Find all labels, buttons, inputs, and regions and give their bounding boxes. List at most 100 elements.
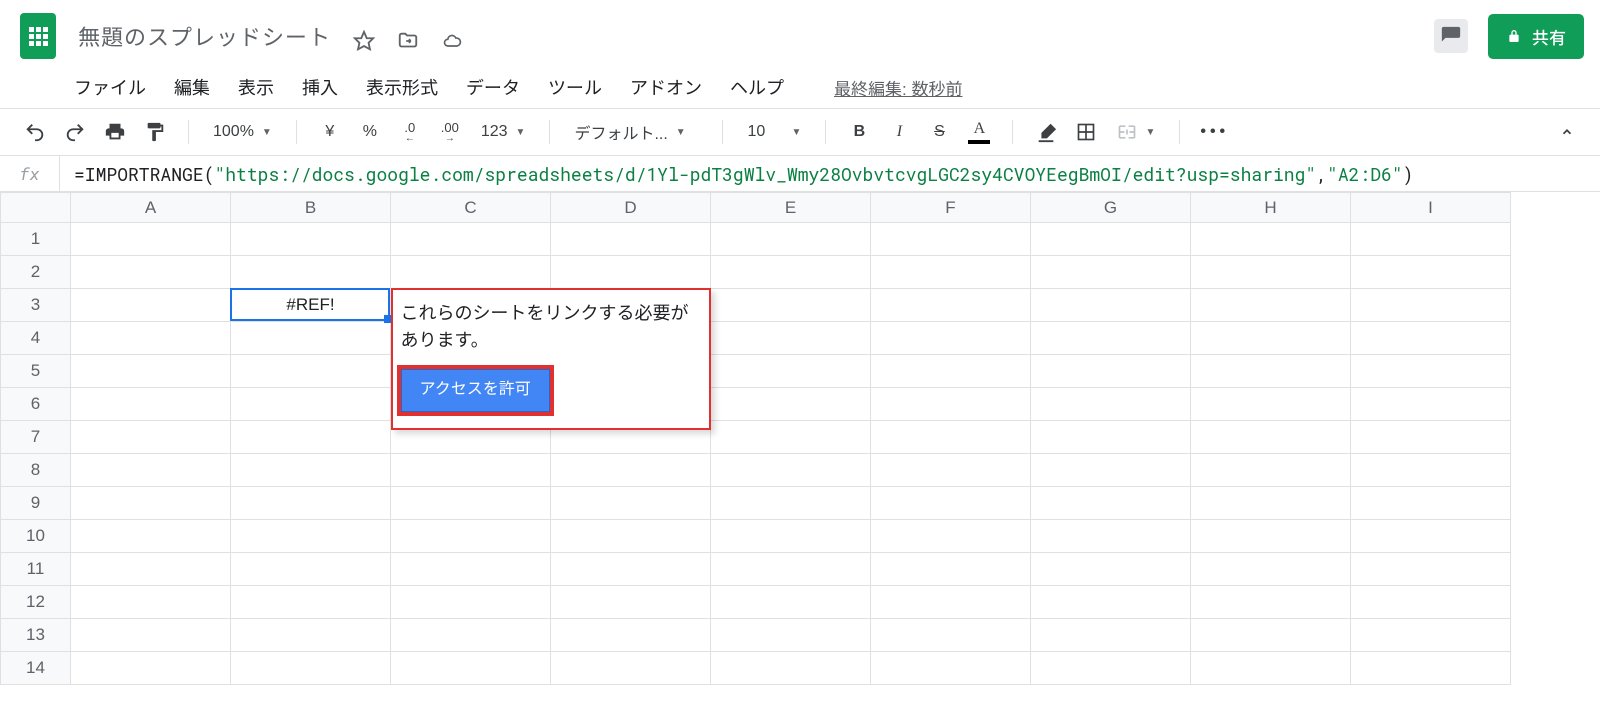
cell-C10[interactable] bbox=[391, 520, 551, 553]
font-size-dropdown[interactable]: 10 ▼ bbox=[739, 123, 809, 141]
cell-B14[interactable] bbox=[231, 652, 391, 685]
cell-G8[interactable] bbox=[1031, 454, 1191, 487]
col-header-E[interactable]: E bbox=[711, 193, 871, 223]
cell-G7[interactable] bbox=[1031, 421, 1191, 454]
cell-I5[interactable] bbox=[1351, 355, 1511, 388]
paint-format-button[interactable] bbox=[138, 115, 172, 149]
menu-format[interactable]: 表示形式 bbox=[366, 74, 438, 100]
cell-A11[interactable] bbox=[71, 553, 231, 586]
col-header-C[interactable]: C bbox=[391, 193, 551, 223]
cell-B8[interactable] bbox=[231, 454, 391, 487]
cell-C13[interactable] bbox=[391, 619, 551, 652]
cell-B4[interactable] bbox=[231, 322, 391, 355]
borders-button[interactable] bbox=[1069, 115, 1103, 149]
sheets-logo[interactable] bbox=[16, 8, 60, 64]
cell-G12[interactable] bbox=[1031, 586, 1191, 619]
cell-E8[interactable] bbox=[711, 454, 871, 487]
row-header-9[interactable]: 9 bbox=[1, 487, 71, 520]
merge-cells-dropdown[interactable]: ▼ bbox=[1109, 122, 1163, 142]
cell-B9[interactable] bbox=[231, 487, 391, 520]
cell-A8[interactable] bbox=[71, 454, 231, 487]
menu-tools[interactable]: ツール bbox=[548, 74, 602, 100]
cell-I4[interactable] bbox=[1351, 322, 1511, 355]
cell-E9[interactable] bbox=[711, 487, 871, 520]
row-header-12[interactable]: 12 bbox=[1, 586, 71, 619]
cell-D10[interactable] bbox=[551, 520, 711, 553]
text-color-button[interactable]: A bbox=[962, 115, 996, 149]
cell-G14[interactable] bbox=[1031, 652, 1191, 685]
menu-insert[interactable]: 挿入 bbox=[302, 74, 338, 100]
cell-F10[interactable] bbox=[871, 520, 1031, 553]
cell-F5[interactable] bbox=[871, 355, 1031, 388]
row-header-2[interactable]: 2 bbox=[1, 256, 71, 289]
col-header-G[interactable]: G bbox=[1031, 193, 1191, 223]
cell-A10[interactable] bbox=[71, 520, 231, 553]
col-header-I[interactable]: I bbox=[1351, 193, 1511, 223]
cell-B2[interactable] bbox=[231, 256, 391, 289]
menu-addons[interactable]: アドオン bbox=[630, 74, 702, 100]
cell-H8[interactable] bbox=[1191, 454, 1351, 487]
cell-E1[interactable] bbox=[711, 223, 871, 256]
cell-D12[interactable] bbox=[551, 586, 711, 619]
row-header-11[interactable]: 11 bbox=[1, 553, 71, 586]
cell-B11[interactable] bbox=[231, 553, 391, 586]
cell-C9[interactable] bbox=[391, 487, 551, 520]
share-button[interactable]: 共有 bbox=[1488, 14, 1584, 59]
cell-H11[interactable] bbox=[1191, 553, 1351, 586]
cell-H1[interactable] bbox=[1191, 223, 1351, 256]
row-header-5[interactable]: 5 bbox=[1, 355, 71, 388]
cell-D2[interactable] bbox=[551, 256, 711, 289]
cell-E2[interactable] bbox=[711, 256, 871, 289]
cloud-status-icon[interactable] bbox=[441, 30, 463, 52]
cell-A5[interactable] bbox=[71, 355, 231, 388]
cell-B7[interactable] bbox=[231, 421, 391, 454]
col-header-H[interactable]: H bbox=[1191, 193, 1351, 223]
cell-B6[interactable] bbox=[231, 388, 391, 421]
cell-H9[interactable] bbox=[1191, 487, 1351, 520]
cell-A4[interactable] bbox=[71, 322, 231, 355]
cell-H2[interactable] bbox=[1191, 256, 1351, 289]
cell-C1[interactable] bbox=[391, 223, 551, 256]
cell-E14[interactable] bbox=[711, 652, 871, 685]
move-to-folder-icon[interactable] bbox=[397, 30, 419, 52]
cell-E4[interactable] bbox=[711, 322, 871, 355]
col-header-F[interactable]: F bbox=[871, 193, 1031, 223]
cell-E3[interactable] bbox=[711, 289, 871, 322]
collapse-toolbar-button[interactable] bbox=[1552, 117, 1582, 147]
allow-access-button[interactable]: アクセスを許可 bbox=[401, 369, 550, 412]
row-header-4[interactable]: 4 bbox=[1, 322, 71, 355]
cell-E5[interactable] bbox=[711, 355, 871, 388]
col-header-A[interactable]: A bbox=[71, 193, 231, 223]
fill-color-button[interactable] bbox=[1029, 115, 1063, 149]
cell-A9[interactable] bbox=[71, 487, 231, 520]
cell-F6[interactable] bbox=[871, 388, 1031, 421]
cell-I6[interactable] bbox=[1351, 388, 1511, 421]
cell-C11[interactable] bbox=[391, 553, 551, 586]
cell-G6[interactable] bbox=[1031, 388, 1191, 421]
zoom-dropdown[interactable]: 100% ▼ bbox=[205, 123, 280, 141]
cell-I2[interactable] bbox=[1351, 256, 1511, 289]
cell-F9[interactable] bbox=[871, 487, 1031, 520]
cell-E7[interactable] bbox=[711, 421, 871, 454]
cell-G11[interactable] bbox=[1031, 553, 1191, 586]
cell-F12[interactable] bbox=[871, 586, 1031, 619]
cell-D14[interactable] bbox=[551, 652, 711, 685]
cell-B10[interactable] bbox=[231, 520, 391, 553]
cell-C12[interactable] bbox=[391, 586, 551, 619]
cell-H3[interactable] bbox=[1191, 289, 1351, 322]
row-header-3[interactable]: 3 bbox=[1, 289, 71, 322]
menu-view[interactable]: 表示 bbox=[238, 74, 274, 100]
row-header-8[interactable]: 8 bbox=[1, 454, 71, 487]
cell-A3[interactable] bbox=[71, 289, 231, 322]
cell-B3[interactable]: #REF! bbox=[231, 289, 391, 322]
col-header-D[interactable]: D bbox=[551, 193, 711, 223]
cell-H13[interactable] bbox=[1191, 619, 1351, 652]
cell-I14[interactable] bbox=[1351, 652, 1511, 685]
cell-G2[interactable] bbox=[1031, 256, 1191, 289]
document-title[interactable]: 無題のスプレッドシート bbox=[74, 23, 335, 52]
italic-button[interactable]: I bbox=[882, 115, 916, 149]
cell-B12[interactable] bbox=[231, 586, 391, 619]
cell-A1[interactable] bbox=[71, 223, 231, 256]
cell-B5[interactable] bbox=[231, 355, 391, 388]
cell-B1[interactable] bbox=[231, 223, 391, 256]
